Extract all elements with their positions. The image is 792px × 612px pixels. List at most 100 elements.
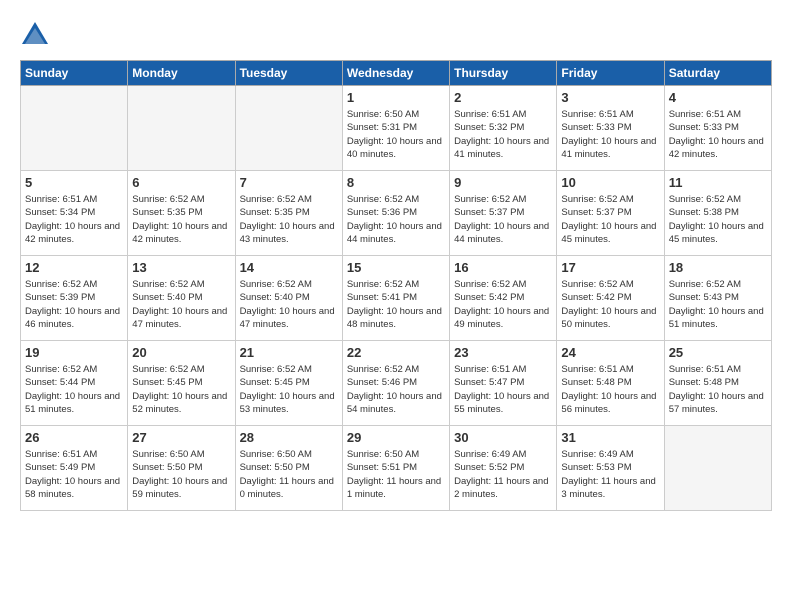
header-saturday: Saturday [664,61,771,86]
calendar-week-3: 19 Sunrise: 6:52 AM Sunset: 5:44 PM Dayl… [21,341,772,426]
day-number: 16 [454,260,552,275]
day-number: 10 [561,175,659,190]
day-number: 30 [454,430,552,445]
day-info: Sunrise: 6:52 AM Sunset: 5:42 PM Dayligh… [561,278,659,331]
day-number: 18 [669,260,767,275]
calendar-cell: 27 Sunrise: 6:50 AM Sunset: 5:50 PM Dayl… [128,426,235,511]
header-wednesday: Wednesday [342,61,449,86]
day-info: Sunrise: 6:51 AM Sunset: 5:33 PM Dayligh… [669,108,767,161]
day-info: Sunrise: 6:51 AM Sunset: 5:48 PM Dayligh… [669,363,767,416]
calendar-cell: 11 Sunrise: 6:52 AM Sunset: 5:38 PM Dayl… [664,171,771,256]
day-number: 7 [240,175,338,190]
day-info: Sunrise: 6:52 AM Sunset: 5:45 PM Dayligh… [240,363,338,416]
logo [20,20,54,50]
calendar-cell: 9 Sunrise: 6:52 AM Sunset: 5:37 PM Dayli… [450,171,557,256]
calendar-cell: 22 Sunrise: 6:52 AM Sunset: 5:46 PM Dayl… [342,341,449,426]
day-info: Sunrise: 6:52 AM Sunset: 5:39 PM Dayligh… [25,278,123,331]
calendar-cell: 18 Sunrise: 6:52 AM Sunset: 5:43 PM Dayl… [664,256,771,341]
day-info: Sunrise: 6:51 AM Sunset: 5:33 PM Dayligh… [561,108,659,161]
day-info: Sunrise: 6:52 AM Sunset: 5:40 PM Dayligh… [132,278,230,331]
day-number: 22 [347,345,445,360]
calendar-cell [128,86,235,171]
day-info: Sunrise: 6:52 AM Sunset: 5:42 PM Dayligh… [454,278,552,331]
day-number: 11 [669,175,767,190]
calendar-cell: 23 Sunrise: 6:51 AM Sunset: 5:47 PM Dayl… [450,341,557,426]
calendar-cell: 29 Sunrise: 6:50 AM Sunset: 5:51 PM Dayl… [342,426,449,511]
day-info: Sunrise: 6:52 AM Sunset: 5:43 PM Dayligh… [669,278,767,331]
day-info: Sunrise: 6:49 AM Sunset: 5:53 PM Dayligh… [561,448,659,501]
calendar-cell: 13 Sunrise: 6:52 AM Sunset: 5:40 PM Dayl… [128,256,235,341]
day-info: Sunrise: 6:52 AM Sunset: 5:35 PM Dayligh… [132,193,230,246]
header-monday: Monday [128,61,235,86]
day-number: 12 [25,260,123,275]
calendar-cell: 20 Sunrise: 6:52 AM Sunset: 5:45 PM Dayl… [128,341,235,426]
day-info: Sunrise: 6:52 AM Sunset: 5:37 PM Dayligh… [454,193,552,246]
day-number: 20 [132,345,230,360]
day-number: 29 [347,430,445,445]
day-number: 25 [669,345,767,360]
day-info: Sunrise: 6:50 AM Sunset: 5:31 PM Dayligh… [347,108,445,161]
day-number: 17 [561,260,659,275]
header-friday: Friday [557,61,664,86]
day-number: 15 [347,260,445,275]
day-number: 4 [669,90,767,105]
day-info: Sunrise: 6:49 AM Sunset: 5:52 PM Dayligh… [454,448,552,501]
day-number: 3 [561,90,659,105]
page-header [20,20,772,50]
calendar-cell: 8 Sunrise: 6:52 AM Sunset: 5:36 PM Dayli… [342,171,449,256]
calendar-cell: 10 Sunrise: 6:52 AM Sunset: 5:37 PM Dayl… [557,171,664,256]
day-number: 26 [25,430,123,445]
day-info: Sunrise: 6:52 AM Sunset: 5:36 PM Dayligh… [347,193,445,246]
calendar-table: SundayMondayTuesdayWednesdayThursdayFrid… [20,60,772,511]
calendar-cell: 4 Sunrise: 6:51 AM Sunset: 5:33 PM Dayli… [664,86,771,171]
header-sunday: Sunday [21,61,128,86]
calendar-cell: 7 Sunrise: 6:52 AM Sunset: 5:35 PM Dayli… [235,171,342,256]
day-number: 24 [561,345,659,360]
day-number: 19 [25,345,123,360]
day-info: Sunrise: 6:52 AM Sunset: 5:44 PM Dayligh… [25,363,123,416]
calendar-week-0: 1 Sunrise: 6:50 AM Sunset: 5:31 PM Dayli… [21,86,772,171]
logo-icon [20,20,50,50]
calendar-cell: 28 Sunrise: 6:50 AM Sunset: 5:50 PM Dayl… [235,426,342,511]
calendar-cell [21,86,128,171]
day-info: Sunrise: 6:52 AM Sunset: 5:41 PM Dayligh… [347,278,445,331]
day-number: 14 [240,260,338,275]
calendar-cell: 30 Sunrise: 6:49 AM Sunset: 5:52 PM Dayl… [450,426,557,511]
day-info: Sunrise: 6:50 AM Sunset: 5:51 PM Dayligh… [347,448,445,501]
day-info: Sunrise: 6:52 AM Sunset: 5:46 PM Dayligh… [347,363,445,416]
calendar-cell: 24 Sunrise: 6:51 AM Sunset: 5:48 PM Dayl… [557,341,664,426]
calendar-cell: 17 Sunrise: 6:52 AM Sunset: 5:42 PM Dayl… [557,256,664,341]
calendar-week-4: 26 Sunrise: 6:51 AM Sunset: 5:49 PM Dayl… [21,426,772,511]
calendar-cell: 3 Sunrise: 6:51 AM Sunset: 5:33 PM Dayli… [557,86,664,171]
calendar-week-2: 12 Sunrise: 6:52 AM Sunset: 5:39 PM Dayl… [21,256,772,341]
calendar-cell: 1 Sunrise: 6:50 AM Sunset: 5:31 PM Dayli… [342,86,449,171]
day-number: 9 [454,175,552,190]
calendar-header-row: SundayMondayTuesdayWednesdayThursdayFrid… [21,61,772,86]
day-number: 13 [132,260,230,275]
day-info: Sunrise: 6:51 AM Sunset: 5:47 PM Dayligh… [454,363,552,416]
day-info: Sunrise: 6:52 AM Sunset: 5:35 PM Dayligh… [240,193,338,246]
day-info: Sunrise: 6:52 AM Sunset: 5:45 PM Dayligh… [132,363,230,416]
header-thursday: Thursday [450,61,557,86]
calendar-cell [664,426,771,511]
day-info: Sunrise: 6:52 AM Sunset: 5:38 PM Dayligh… [669,193,767,246]
calendar-cell: 16 Sunrise: 6:52 AM Sunset: 5:42 PM Dayl… [450,256,557,341]
day-number: 8 [347,175,445,190]
day-number: 28 [240,430,338,445]
calendar-cell: 19 Sunrise: 6:52 AM Sunset: 5:44 PM Dayl… [21,341,128,426]
calendar-cell: 5 Sunrise: 6:51 AM Sunset: 5:34 PM Dayli… [21,171,128,256]
day-info: Sunrise: 6:52 AM Sunset: 5:40 PM Dayligh… [240,278,338,331]
day-info: Sunrise: 6:52 AM Sunset: 5:37 PM Dayligh… [561,193,659,246]
day-number: 31 [561,430,659,445]
calendar-cell: 12 Sunrise: 6:52 AM Sunset: 5:39 PM Dayl… [21,256,128,341]
calendar-cell [235,86,342,171]
day-info: Sunrise: 6:51 AM Sunset: 5:34 PM Dayligh… [25,193,123,246]
day-info: Sunrise: 6:51 AM Sunset: 5:48 PM Dayligh… [561,363,659,416]
day-number: 1 [347,90,445,105]
calendar-cell: 26 Sunrise: 6:51 AM Sunset: 5:49 PM Dayl… [21,426,128,511]
day-number: 27 [132,430,230,445]
day-number: 5 [25,175,123,190]
calendar-cell: 2 Sunrise: 6:51 AM Sunset: 5:32 PM Dayli… [450,86,557,171]
day-number: 2 [454,90,552,105]
calendar-cell: 31 Sunrise: 6:49 AM Sunset: 5:53 PM Dayl… [557,426,664,511]
